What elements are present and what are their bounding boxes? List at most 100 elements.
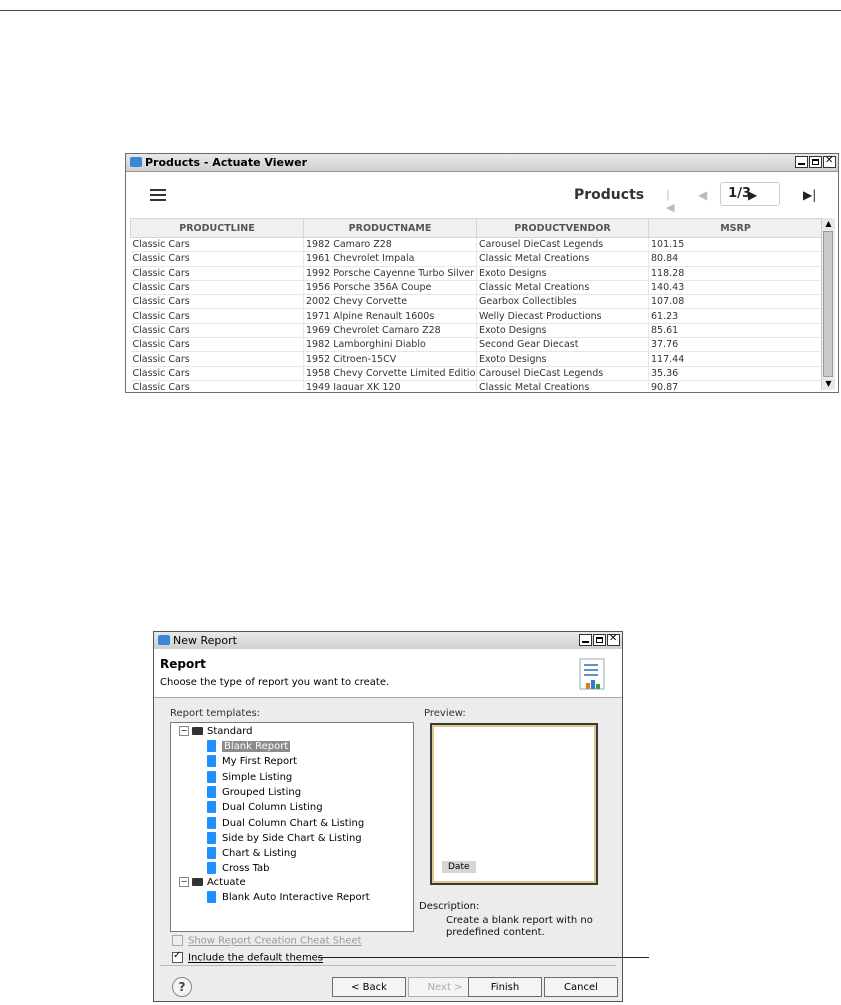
table-cell: 1982 Camaro Z28 [303, 237, 477, 253]
column-header[interactable]: MSRP [648, 218, 822, 238]
close-icon[interactable] [607, 633, 620, 646]
table-cell: Exoto Designs [476, 323, 649, 339]
tree-item[interactable]: Blank Report [207, 740, 291, 754]
scroll-down-icon[interactable]: ▼ [822, 378, 835, 390]
table-cell: 1958 Chevy Corvette Limited Edition [303, 366, 477, 381]
table-cell: 101.15 [648, 237, 822, 253]
app-icon [130, 157, 142, 167]
collapse-icon[interactable]: − [179, 877, 189, 887]
tree-folder-label: Standard [207, 726, 253, 737]
tree-item-blank-auto-interactive[interactable]: Blank Auto Interactive Report [207, 891, 370, 905]
cheat-sheet-checkbox: Show Report Creation Cheat Sheet [172, 935, 362, 947]
tree-item[interactable]: Side by Side Chart & Listing [207, 831, 362, 846]
minimize-icon[interactable] [579, 634, 592, 646]
minimize-icon[interactable] [795, 156, 808, 168]
preview-label: Preview: [424, 708, 466, 719]
column-header[interactable]: PRODUCTLINE [130, 218, 304, 238]
table-cell: 1969 Chevrolet Camaro Z28 [303, 323, 477, 339]
table-cell: 2002 Chevy Corvette [303, 294, 477, 310]
folder-icon [192, 727, 203, 735]
tree-item[interactable]: Grouped Listing [207, 785, 301, 800]
finish-button[interactable]: Finish [468, 977, 542, 997]
menu-icon[interactable] [150, 189, 166, 201]
report-template-icon [207, 847, 216, 860]
viewer-titlebar[interactable]: Products - Actuate Viewer [126, 154, 838, 172]
templates-label: Report templates: [170, 708, 261, 719]
table-row[interactable]: Classic Cars 1971 Alpine Renault 1600s Wel… [130, 308, 822, 324]
report-template-icon [207, 740, 216, 752]
vertical-scrollbar[interactable]: ▲ ▼ [821, 218, 835, 390]
table-cell: 61.23 [648, 308, 822, 324]
tree-item[interactable]: Cross Tab [207, 862, 270, 876]
table-row[interactable]: Classic Cars 1952 Citroen-15CV Exoto Desig… [130, 351, 822, 367]
tree-item-label: Simple Listing [222, 771, 293, 783]
report-template-icon [207, 785, 216, 798]
tree-item-label: Cross Tab [222, 863, 270, 875]
last-page-icon[interactable]: ▶| [803, 188, 816, 202]
maximize-icon[interactable] [593, 634, 606, 646]
tree-folder-actuate[interactable]: − Actuate [179, 876, 246, 890]
help-icon[interactable]: ? [172, 977, 192, 997]
tree-item[interactable]: Dual Column Chart & Listing [207, 816, 365, 831]
tree-item[interactable]: Dual Column Listing [207, 801, 323, 815]
table-cell: Classic Metal Creations [476, 380, 649, 390]
preview-date-chip: Date [442, 861, 476, 873]
template-tree[interactable]: − Standard Blank Report My First Report Sim… [170, 722, 414, 932]
column-header[interactable]: PRODUCTVENDOR [476, 218, 649, 238]
cheat-sheet-label: Show Report Creation Cheat Sheet [188, 935, 362, 947]
dialog-titlebar[interactable]: New Report [154, 632, 622, 650]
tree-item-label: Dual Column Chart & Listing [222, 817, 365, 829]
close-icon[interactable] [823, 155, 836, 168]
table-cell: 37.76 [648, 337, 822, 353]
report-template-icon [207, 816, 216, 829]
table-row[interactable]: Classic Cars 1969 Chevrolet Camaro Z28 Exo… [130, 323, 822, 339]
scroll-up-icon[interactable]: ▲ [822, 218, 835, 230]
back-button[interactable]: < Back [332, 977, 406, 997]
table-cell: Exoto Designs [476, 266, 649, 281]
template-preview: Date [430, 723, 598, 885]
table-cell: 1956 Porsche 356A Coupe [303, 280, 477, 296]
report-template-icon [207, 770, 216, 783]
table-row[interactable]: Classic Cars 1956 Porsche 356A Coupe Class… [130, 280, 822, 296]
tree-item[interactable]: Simple Listing [207, 770, 293, 785]
checkbox-icon [172, 935, 183, 946]
table-row[interactable]: Classic Cars 2002 Chevy Corvette Gearbox C… [130, 294, 822, 310]
report-title: Products [574, 187, 645, 203]
tree-item[interactable]: Chart & Listing [207, 847, 297, 861]
first-page-icon[interactable]: |◀ [666, 188, 678, 214]
include-themes-checkbox[interactable]: Include the default themes [172, 950, 323, 964]
cancel-button[interactable]: Cancel [544, 977, 618, 997]
table-cell: 1992 Porsche Cayenne Turbo Silver [303, 266, 477, 281]
table-cell: Second Gear Diecast [476, 337, 649, 353]
table-row[interactable]: Classic Cars 1982 Lamborghini Diablo Secon… [130, 337, 822, 353]
collapse-icon[interactable]: − [179, 726, 189, 736]
scroll-thumb[interactable] [823, 231, 833, 377]
report-template-icon [207, 801, 216, 814]
checkbox-checked-icon[interactable] [172, 950, 183, 963]
table-row[interactable]: Classic Cars 1949 Jaguar XK 120 Classic Me… [130, 380, 822, 390]
table-cell: Classic Cars [130, 294, 304, 310]
tree-item-label: Side by Side Chart & Listing [222, 832, 362, 844]
table-cell: Classic Cars [130, 323, 304, 339]
table-cell: Classic Cars [130, 351, 304, 367]
table-row[interactable]: Classic Cars 1961 Chevrolet Impala Classic… [130, 251, 822, 267]
maximize-icon[interactable] [809, 156, 822, 168]
tree-folder-standard[interactable]: − Standard [179, 725, 253, 739]
tree-folder-label: Actuate [207, 877, 246, 888]
viewer-toolbar: Products |◀ ◀ 1/3 ▶ ▶| [126, 172, 838, 216]
tree-item-label: My First Report [222, 756, 298, 768]
table-cell: 118.28 [648, 266, 822, 281]
table-cell: Exoto Designs [476, 351, 649, 367]
column-header[interactable]: PRODUCTNAME [303, 218, 477, 238]
new-report-dialog: New Report Report Choose the type of rep… [153, 631, 623, 1002]
table-cell: 85.61 [648, 323, 822, 339]
table-cell: Carousel DieCast Legends [476, 237, 649, 253]
tree-item[interactable]: My First Report [207, 755, 297, 769]
next-page-icon[interactable]: ▶ [748, 188, 757, 202]
prev-page-icon[interactable]: ◀ [698, 188, 710, 202]
table-row[interactable]: Classic Cars 1958 Chevy Corvette Limited … [130, 366, 822, 381]
table-row[interactable]: Classic Cars 1982 Camaro Z28 Carousel DieC… [130, 237, 822, 253]
tree-item-label: Chart & Listing [222, 848, 297, 860]
table-cell: 1982 Lamborghini Diablo [303, 337, 477, 353]
table-row[interactable]: Classic Cars 1992 Porsche Cayenne Turbo S… [130, 266, 822, 281]
